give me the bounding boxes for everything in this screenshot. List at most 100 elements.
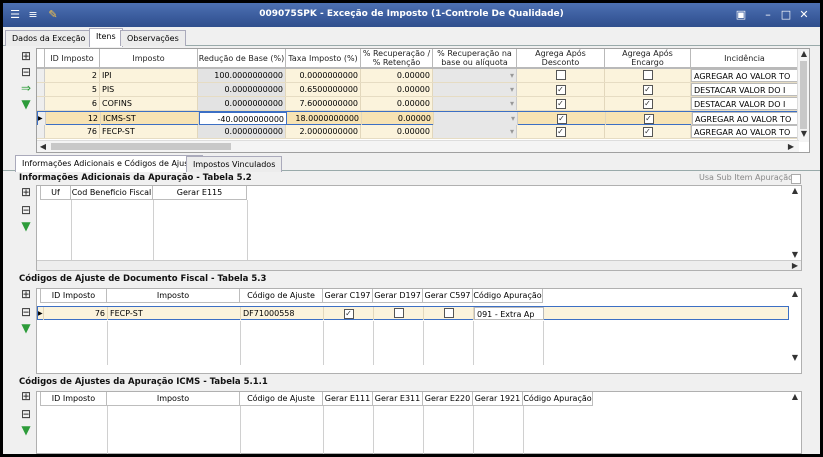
move-down-icon[interactable]: ▼ — [17, 321, 35, 335]
agrega-enc-checkbox[interactable]: ✓ — [643, 114, 654, 124]
add-row-icon[interactable]: ⊞ — [17, 287, 35, 301]
scroll-down-icon[interactable]: ▼ — [789, 250, 801, 259]
items-hscroll[interactable]: ◀ ▶ — [37, 140, 799, 152]
row-indicator[interactable] — [37, 97, 45, 110]
scroll-right-icon[interactable]: ▶ — [785, 142, 797, 151]
cell-id[interactable]: 6 — [45, 97, 100, 110]
agrega-desc-checkbox[interactable]: ✓ — [555, 99, 566, 109]
scroll-down-icon[interactable]: ▼ — [798, 129, 809, 138]
cell-taxa[interactable]: 2.0000000000 — [286, 125, 361, 138]
col-reducao-base[interactable]: Redução de Base (%) — [198, 49, 286, 68]
row-indicator[interactable] — [37, 83, 45, 96]
agrega-enc-checkbox[interactable] — [642, 70, 653, 80]
cell-imposto[interactable]: IPI — [100, 69, 198, 82]
agrega-enc-checkbox[interactable]: ✓ — [642, 127, 653, 137]
incidencia-dropdown[interactable]: DESTACAR VALOR DO I — [691, 97, 799, 110]
cell-imposto[interactable]: ICMS-ST — [101, 112, 199, 125]
cell-reducao[interactable]: 0.0000000000 — [198, 83, 286, 96]
table-row[interactable]: 76 FECP-ST 0.0000000000 2.0000000000 0.00000… — [37, 125, 799, 139]
grid-5-2-hscroll[interactable]: ▶ — [37, 260, 801, 270]
col-imposto[interactable]: Imposto — [107, 289, 240, 303]
col-incidencia[interactable]: Incidência — [691, 49, 799, 68]
maximize-icon[interactable]: □ — [778, 7, 794, 23]
incidencia-dropdown[interactable]: DESTACAR VALOR DO I — [691, 83, 799, 96]
screen-icon[interactable]: ▣ — [733, 7, 749, 23]
recup-base-dropdown[interactable]: ▾ — [433, 69, 517, 82]
agrega-enc-checkbox[interactable]: ✓ — [642, 99, 653, 109]
cell-id[interactable]: 5 — [45, 83, 100, 96]
cell-imposto[interactable]: PIS — [100, 83, 198, 96]
cell-recup[interactable]: 0.00000 — [361, 97, 433, 110]
cell-reducao[interactable]: 0.0000000000 — [198, 97, 286, 110]
move-down-icon[interactable]: ▼ — [17, 219, 35, 233]
incidencia-dropdown[interactable]: AGREGAR AO VALOR TO — [691, 69, 799, 82]
scroll-right-icon[interactable]: ▶ — [789, 261, 801, 270]
close-icon[interactable]: ✕ — [796, 7, 812, 23]
col-codigo-apuracao[interactable]: Código Apuração — [473, 289, 543, 303]
gerar-c597-checkbox[interactable] — [443, 308, 454, 318]
col-codigo-ajuste[interactable]: Código de Ajuste — [240, 392, 323, 406]
col-gerar-c597[interactable]: Gerar C597 — [423, 289, 473, 303]
scroll-up-icon[interactable]: ▲ — [789, 289, 801, 298]
remove-row-icon[interactable]: ⊟ — [17, 407, 35, 421]
col-codigo-ajuste[interactable]: Código de Ajuste — [240, 289, 323, 303]
row-indicator[interactable] — [37, 69, 45, 82]
cell-recup[interactable]: 0.00000 — [361, 125, 433, 138]
table-row[interactable]: ▶ 76 FECP-ST DF71000558 ✓ 091 - Extra Ap — [37, 306, 789, 320]
agrega-desc-checkbox[interactable]: ✓ — [555, 85, 566, 95]
tab-itens[interactable]: Itens — [89, 28, 123, 47]
agrega-desc-checkbox[interactable]: ✓ — [556, 114, 567, 124]
cell-taxa[interactable]: 0.6500000000 — [286, 83, 361, 96]
table-row[interactable]: 2 IPI 100.0000000000 0.0000000000 0.00000 ▾ AG… — [37, 69, 799, 83]
col-gerar-e111[interactable]: Gerar E111 — [323, 392, 373, 406]
cell-recup[interactable]: 0.00000 — [362, 112, 434, 125]
add-row-icon[interactable]: ⊞ — [17, 185, 35, 199]
tab-observacoes[interactable]: Observações — [120, 30, 186, 46]
move-down-icon[interactable]: ▼ — [17, 97, 35, 111]
incidencia-dropdown[interactable]: AGREGAR AO VALOR TO — [691, 125, 799, 138]
scroll-down-icon[interactable]: ▼ — [789, 353, 801, 362]
gerar-c197-checkbox[interactable]: ✓ — [343, 309, 354, 319]
cell-taxa[interactable]: 0.0000000000 — [286, 69, 361, 82]
gerar-d197-checkbox[interactable] — [393, 308, 404, 318]
col-id-imposto[interactable]: ID Imposto — [41, 289, 107, 303]
recup-base-dropdown[interactable]: ▾ — [433, 97, 517, 110]
col-cod-beneficio[interactable]: Cod Beneficio Fiscal — [71, 186, 153, 200]
scroll-left-icon[interactable]: ◀ — [37, 142, 49, 151]
scroll-up-icon[interactable]: ▲ — [798, 49, 809, 58]
remove-row-icon[interactable]: ⊟ — [17, 65, 35, 79]
col-recup-base[interactable]: % Recuperação na base ou alíquota — [433, 49, 517, 68]
items-vscroll[interactable]: ▲ ▼ — [797, 49, 809, 142]
col-gerar-d197[interactable]: Gerar D197 — [373, 289, 423, 303]
tab-dados-excecao[interactable]: Dados da Exceção — [5, 30, 93, 46]
recup-base-dropdown[interactable]: ▾ — [433, 125, 517, 138]
add-row-icon[interactable]: ⊞ — [17, 49, 35, 63]
agrega-desc-checkbox[interactable]: ✓ — [555, 127, 566, 137]
table-row[interactable]: ▶ 12 ICMS-ST -40.0000000000 18.0000000000 0.0… — [37, 111, 800, 125]
cell-recup[interactable]: 0.00000 — [361, 83, 433, 96]
scroll-up-icon[interactable]: ▲ — [789, 186, 801, 195]
row-indicator[interactable] — [37, 125, 45, 138]
tab-info-adicionais[interactable]: Informações Adicionais e Códigos de Ajus… — [15, 155, 204, 172]
col-imposto[interactable]: Imposto — [107, 392, 240, 406]
agrega-enc-checkbox[interactable]: ✓ — [642, 85, 653, 95]
cell-taxa[interactable]: 18.0000000000 — [287, 112, 362, 125]
cell-recup[interactable]: 0.00000 — [361, 69, 433, 82]
cell-codigo[interactable]: DF71000558 — [241, 307, 324, 320]
col-agrega-desconto[interactable]: Agrega Após Desconto — [517, 49, 605, 68]
cell-imposto[interactable]: COFINS — [100, 97, 198, 110]
apuracao-dropdown[interactable]: 091 - Extra Ap — [474, 307, 544, 320]
agrega-desc-checkbox[interactable] — [555, 70, 566, 80]
cell-id[interactable]: 12 — [46, 112, 101, 125]
row-indicator[interactable]: ▶ — [38, 112, 46, 125]
remove-row-icon[interactable]: ⊟ — [17, 203, 35, 217]
cell-imposto[interactable]: FECP-ST — [108, 307, 241, 320]
col-gerar-c197[interactable]: Gerar C197 — [323, 289, 373, 303]
add-row-icon[interactable]: ⊞ — [17, 389, 35, 403]
cell-reducao[interactable]: 100.0000000000 — [198, 69, 286, 82]
cell-id[interactable]: 2 — [45, 69, 100, 82]
usa-sub-item-checkbox[interactable] — [791, 174, 801, 184]
cell-id[interactable]: 76 — [45, 125, 100, 138]
move-down-icon[interactable]: ▼ — [17, 423, 35, 437]
col-uf[interactable]: Uf — [41, 186, 71, 200]
